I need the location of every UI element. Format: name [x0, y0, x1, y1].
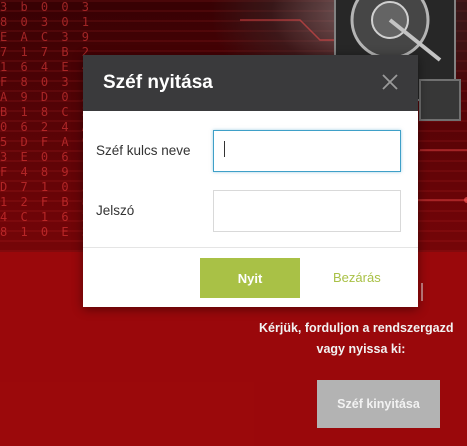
- key-name-label: Széf kulcs neve: [96, 143, 191, 158]
- close-link[interactable]: Bezárás: [333, 270, 381, 285]
- dialog-header: Széf nyitása: [83, 55, 418, 111]
- dialog-title: Széf nyitása: [103, 72, 213, 93]
- password-row: Jelszó: [96, 186, 405, 236]
- dialog-body: Széf kulcs neve Jelszó: [83, 111, 418, 236]
- close-icon[interactable]: [381, 73, 399, 91]
- text-caret: [224, 141, 225, 157]
- password-label: Jelszó: [96, 203, 135, 218]
- key-name-row: Széf kulcs neve: [96, 126, 405, 176]
- open-safe-dialog: Széf nyitása Széf kulcs neve Jelszó Nyit…: [83, 55, 418, 307]
- password-input[interactable]: [213, 190, 401, 232]
- open-button[interactable]: Nyit: [200, 258, 300, 298]
- dialog-footer: Nyit Bezárás: [83, 247, 418, 307]
- key-name-input[interactable]: [213, 130, 401, 172]
